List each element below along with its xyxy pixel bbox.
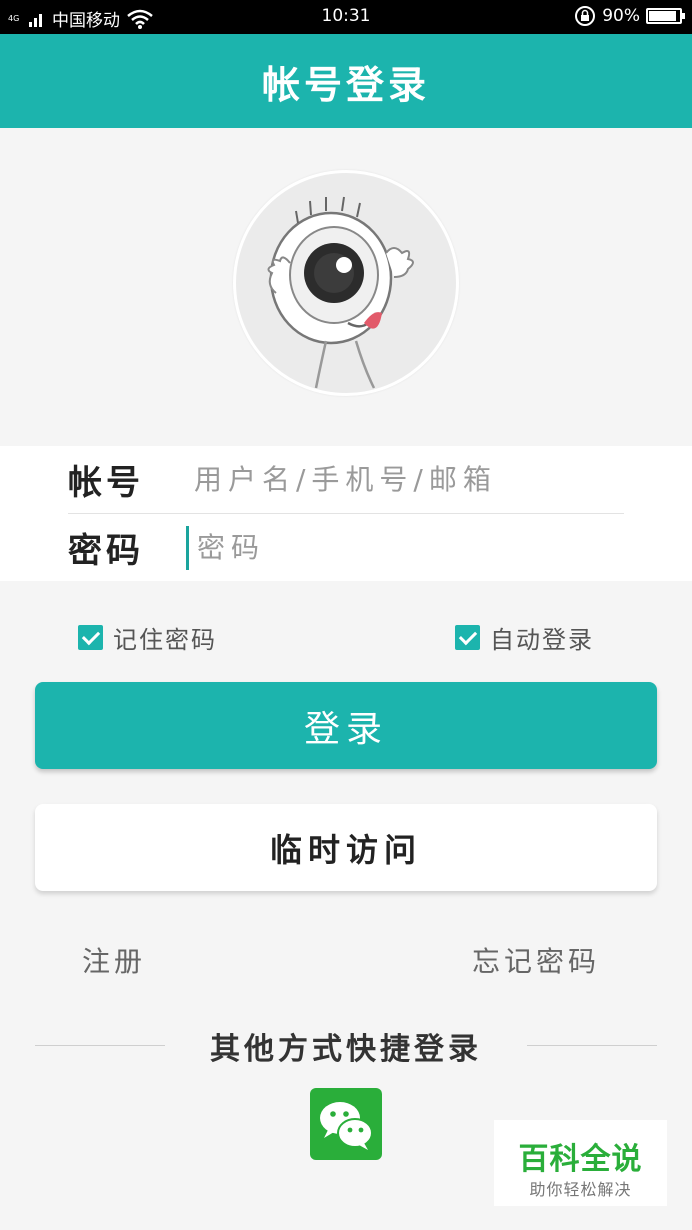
password-label: 密码	[68, 531, 144, 571]
page-title: 帐号登录	[261, 62, 430, 107]
status-bar: 4G 中国移动 10:31 90%	[0, 0, 692, 34]
watermark-logo: 百科全说 助你轻松解决	[494, 1120, 667, 1206]
password-input[interactable]	[189, 524, 624, 571]
battery-icon	[646, 8, 685, 24]
battery-fill	[649, 11, 676, 21]
battery-percent: 90%	[602, 6, 640, 26]
divider-right	[527, 1045, 657, 1046]
password-row: 密码	[68, 514, 624, 581]
forgot-password-link[interactable]: 忘记密码	[472, 940, 600, 980]
login-form: 帐号 密码	[0, 446, 692, 581]
register-link[interactable]: 注册	[82, 940, 146, 980]
guest-access-button-label: 临时访问	[269, 830, 422, 869]
auto-login-label: 自动登录	[490, 626, 594, 654]
status-right: 90%	[574, 5, 685, 27]
account-input[interactable]	[186, 456, 624, 503]
login-button[interactable]: 登录	[35, 682, 657, 769]
remember-password-checkbox[interactable]: 记住密码	[78, 620, 217, 655]
auto-login-checkbox[interactable]: 自动登录	[455, 620, 594, 655]
app-bar: 帐号登录	[0, 34, 692, 128]
account-label: 帐号	[68, 463, 144, 503]
watermark-subtitle: 助你轻松解决	[529, 1180, 632, 1199]
other-login-title: 其他方式快捷登录	[210, 1032, 482, 1067]
rotation-lock-icon	[575, 6, 596, 26]
avatar[interactable]	[233, 170, 459, 396]
login-button-label: 登录	[303, 708, 388, 750]
wechat-icon	[320, 1102, 373, 1150]
guest-access-button[interactable]: 临时访问	[35, 804, 657, 891]
account-row: 帐号	[68, 446, 624, 514]
eyeball-mascot-icon	[267, 196, 414, 389]
checkbox-checked-icon[interactable]	[455, 625, 480, 650]
wechat-login-button[interactable]	[310, 1088, 382, 1160]
remember-password-label: 记住密码	[113, 626, 217, 654]
checkbox-checked-icon[interactable]	[78, 625, 103, 650]
watermark-title: 百科全说	[518, 1142, 643, 1177]
